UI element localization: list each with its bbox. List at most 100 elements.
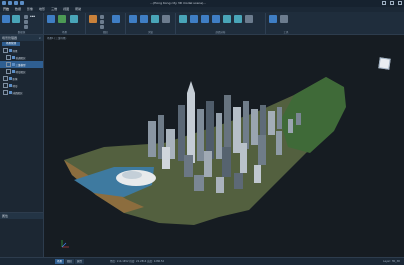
close-datasource-icon[interactable] bbox=[24, 25, 28, 29]
fly-icon[interactable] bbox=[151, 15, 159, 23]
ribbon-group-caption: 图层 bbox=[102, 31, 108, 34]
new-datasource-icon[interactable] bbox=[12, 15, 20, 23]
imagery-icon bbox=[8, 77, 12, 80]
panel-close-icon[interactable]: × bbox=[38, 35, 41, 41]
bottom-tab-scene[interactable]: 场景 bbox=[55, 259, 65, 264]
export-icon[interactable] bbox=[24, 20, 28, 24]
window-title: …(Hong Kong city 3D model scene)… bbox=[150, 1, 207, 5]
checkbox[interactable] bbox=[3, 90, 8, 95]
layer-icon bbox=[11, 56, 15, 59]
tree-item[interactable]: 影像 bbox=[0, 75, 43, 82]
tab-scene-manager[interactable]: 场景管理 bbox=[2, 42, 20, 46]
bottom-tabs: 场景 图层 属性 bbox=[55, 259, 85, 264]
open-datasource-icon[interactable] bbox=[2, 15, 10, 23]
ribbon-group-caption: 剖面分析 bbox=[215, 31, 226, 34]
panel-title: 场景管理器 bbox=[2, 36, 18, 40]
pan-icon[interactable] bbox=[129, 15, 137, 23]
building bbox=[233, 107, 241, 153]
building bbox=[216, 177, 224, 193]
status-right-text: Layer: HK_3D bbox=[383, 260, 400, 263]
navigation-cube[interactable] bbox=[378, 57, 391, 70]
bottom-tab-attribute[interactable]: 属性 bbox=[75, 259, 85, 264]
profile-icon[interactable] bbox=[179, 15, 187, 23]
building bbox=[268, 111, 275, 135]
bottom-tab-layer[interactable]: 图层 bbox=[65, 259, 75, 264]
scene-viewport[interactable]: 场景1 (三维场景) bbox=[44, 35, 404, 257]
ribbon-group-scene: 场景 bbox=[44, 13, 86, 34]
ribbon-group-tools: 工具 bbox=[266, 13, 306, 34]
ribbon-group-analysis: 剖面分析 bbox=[176, 13, 266, 34]
ribbon-group-caption: 场景 bbox=[61, 31, 67, 34]
maximize-icon[interactable] bbox=[390, 1, 394, 5]
building bbox=[148, 121, 156, 157]
undo-icon[interactable] bbox=[14, 1, 18, 5]
panel-header: 场景管理器 × bbox=[0, 35, 43, 41]
sightline-icon[interactable] bbox=[234, 15, 242, 23]
building bbox=[288, 119, 293, 133]
tree-item[interactable]: 地形图层 bbox=[0, 68, 43, 75]
terrain-icon bbox=[8, 84, 12, 87]
tree-item-selected[interactable]: 三维模型 bbox=[0, 61, 43, 68]
attribute-panel-title: 属性 bbox=[0, 213, 43, 219]
add-layer-icon[interactable] bbox=[89, 15, 97, 23]
ribbon-group-caption: 数据源 bbox=[17, 31, 26, 34]
scene-manager-panel: 场景管理器 × 场景管理 场景 普通图层 三维模型 地形图层 影像 地形 球面图… bbox=[0, 35, 44, 257]
convention-center-roof bbox=[122, 171, 142, 179]
viewshed-icon[interactable] bbox=[223, 15, 231, 23]
tree-item[interactable]: 普通图层 bbox=[0, 54, 43, 61]
layer-style-icon[interactable] bbox=[112, 15, 120, 23]
layer-up-icon[interactable] bbox=[100, 15, 104, 19]
sphere-layer-icon bbox=[8, 91, 12, 94]
screenshot-icon[interactable] bbox=[269, 15, 277, 23]
building bbox=[222, 147, 231, 177]
tree-item-label: 地形 bbox=[12, 84, 18, 88]
window-controls[interactable] bbox=[382, 1, 402, 5]
tree-item-label: 球面图层 bbox=[12, 91, 23, 95]
tree-item[interactable]: 场景 bbox=[0, 47, 43, 54]
tree-item[interactable]: 地形 bbox=[0, 82, 43, 89]
city-3d-model bbox=[64, 77, 346, 225]
building bbox=[184, 155, 193, 177]
terrain-layer-icon bbox=[11, 70, 15, 73]
layer-down-icon[interactable] bbox=[100, 20, 104, 24]
tower-spire bbox=[187, 81, 195, 93]
status-bar: 场景 图层 属性 经度: 114.1652 纬度: 22.2814 高度: 12… bbox=[0, 257, 404, 265]
measure-distance-icon[interactable] bbox=[190, 15, 198, 23]
building bbox=[240, 143, 247, 173]
building bbox=[178, 105, 185, 161]
checkbox[interactable] bbox=[6, 62, 11, 67]
tree-item-label: 三维模型 bbox=[15, 63, 26, 67]
checkbox[interactable] bbox=[3, 48, 8, 53]
import-icon[interactable] bbox=[24, 15, 28, 19]
tree-item[interactable]: 球面图层 bbox=[0, 89, 43, 96]
zoom-icon[interactable] bbox=[140, 15, 148, 23]
checkbox[interactable] bbox=[3, 76, 8, 81]
quick-access-toolbar[interactable] bbox=[2, 1, 24, 6]
scene-icon[interactable] bbox=[47, 15, 55, 23]
ribbon-group-browse: 浏览 bbox=[126, 13, 176, 34]
axis-indicator-icon bbox=[61, 240, 69, 248]
redo-icon[interactable] bbox=[20, 1, 24, 5]
flat-scene-icon[interactable] bbox=[70, 15, 78, 23]
building bbox=[162, 147, 170, 169]
measure-height-icon[interactable] bbox=[212, 15, 220, 23]
save-icon[interactable] bbox=[8, 1, 12, 5]
measure-area-icon[interactable] bbox=[201, 15, 209, 23]
shadow-icon[interactable] bbox=[245, 15, 253, 23]
full-extent-icon[interactable] bbox=[162, 15, 170, 23]
building bbox=[254, 165, 261, 183]
checkbox[interactable] bbox=[6, 55, 11, 60]
building bbox=[234, 173, 243, 189]
close-icon[interactable] bbox=[398, 1, 402, 5]
building bbox=[187, 93, 195, 163]
checkbox[interactable] bbox=[6, 69, 11, 74]
globe-icon[interactable] bbox=[58, 15, 66, 23]
tree-item-label: 地形图层 bbox=[15, 70, 26, 74]
layer-remove-icon[interactable] bbox=[100, 25, 104, 29]
building bbox=[277, 107, 282, 129]
minimize-icon[interactable] bbox=[382, 1, 386, 5]
checkbox[interactable] bbox=[3, 83, 8, 88]
scene-icon bbox=[8, 49, 12, 52]
hillside-vegetation bbox=[280, 77, 346, 153]
settings-icon[interactable] bbox=[280, 15, 288, 23]
